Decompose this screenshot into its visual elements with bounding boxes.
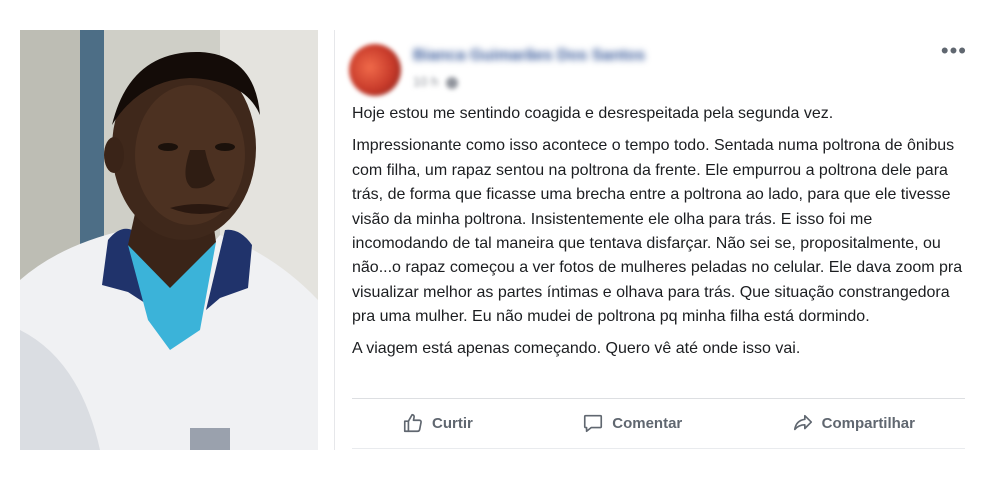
comment-bubble-icon	[582, 412, 604, 434]
like-button[interactable]: Curtir	[352, 408, 523, 438]
bottom-divider	[352, 448, 965, 449]
thumbs-up-icon	[402, 412, 424, 434]
globe-icon	[445, 76, 458, 89]
comment-button[interactable]: Comentar	[532, 408, 732, 438]
profile-photo	[20, 30, 318, 450]
more-options-icon[interactable]: •••	[941, 40, 967, 62]
post-paragraph: Hoje estou me sentindo coagida e desresp…	[352, 105, 834, 122]
post-paragraph: A viagem está apenas começando. Quero vê…	[352, 339, 801, 357]
share-arrow-icon	[792, 412, 814, 434]
comment-label: Comentar	[612, 414, 683, 432]
author-name[interactable]: Bianca Guimarães Dos Santos	[413, 47, 645, 65]
post-paragraph: Impressionante como isso acontece o temp…	[352, 137, 963, 326]
author-avatar[interactable]	[349, 44, 401, 96]
actions-divider	[352, 398, 965, 399]
post-actions: Curtir Comentar Compartilhar	[352, 404, 965, 442]
share-label: Compartilhar	[821, 414, 915, 432]
facebook-post: Bianca Guimarães Dos Santos 10 h ••• Hoj…	[334, 30, 975, 450]
share-button[interactable]: Compartilhar	[742, 408, 965, 438]
like-label: Curtir	[432, 414, 473, 432]
timestamp-text: 10 h	[413, 74, 439, 89]
post-timestamp[interactable]: 10 h	[413, 74, 458, 89]
post-body: Hoje estou me sentindo coagida e desresp…	[352, 102, 964, 368]
